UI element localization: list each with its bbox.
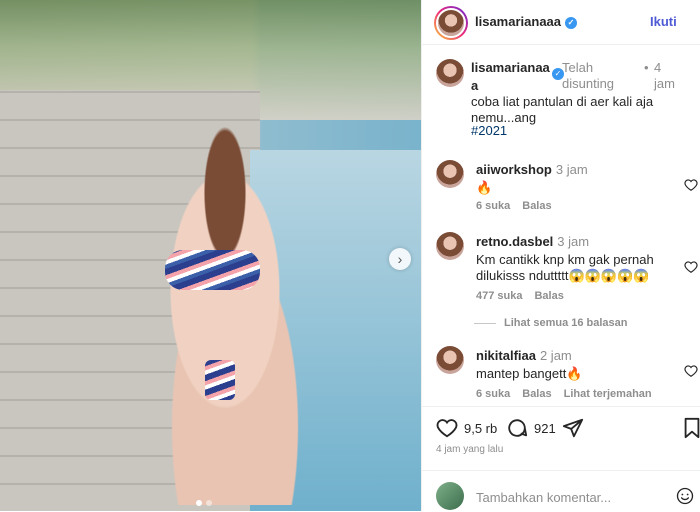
comment-text: Km cantikk knp km gak pernah dilukisss n… [476, 252, 654, 283]
like-comment-heart-icon[interactable] [684, 178, 698, 192]
likes-count[interactable]: 9,5 rb [464, 421, 497, 436]
comment-username[interactable]: retno.dasbel 3 jam [476, 234, 589, 249]
reply-button[interactable]: Balas [522, 200, 551, 212]
hashtag-link[interactable]: #2021 [471, 123, 507, 138]
comment-time: 2 jam [539, 348, 572, 363]
header-username[interactable]: lisamarianaaa ✓ [475, 14, 578, 29]
next-image-button[interactable]: › [389, 248, 411, 270]
translate-button[interactable]: Lihat terjemahan [564, 388, 652, 400]
image-bikini-top [165, 250, 260, 290]
comment-avatar[interactable] [436, 160, 464, 188]
add-comment-bar: Tambahkan komentar... [422, 470, 700, 512]
comments-count: 921 [534, 420, 556, 436]
comment-meta: 477 suka Balas [476, 290, 564, 302]
bookmark-icon [684, 417, 700, 439]
post-actions-bar: 9,5 rb 921 [422, 406, 700, 447]
chevron-right-icon: › [397, 251, 403, 267]
comment-likes[interactable]: 6 suka [476, 200, 510, 212]
like-comment-heart-icon[interactable] [684, 364, 698, 378]
comment-username[interactable]: aiiworkshop 3 jam [476, 162, 588, 177]
share-button[interactable] [562, 417, 584, 439]
reply-button[interactable]: Balas [534, 290, 563, 302]
edited-label: Telah disunting [562, 60, 615, 91]
comment-avatar[interactable] [436, 346, 464, 374]
post-side-panel: lisamarianaaa ✓ Ikuti lisamarianaa a ✓ Tel… [421, 0, 700, 511]
separator-dot: • [644, 60, 649, 75]
like-button[interactable]: 9,5 rb [436, 417, 497, 439]
avatar[interactable] [434, 6, 468, 40]
heart-icon [436, 419, 458, 438]
comment-button[interactable]: 921 [506, 417, 556, 439]
carousel-dots [196, 500, 212, 506]
post-header: lisamarianaaa ✓ Ikuti [422, 0, 700, 45]
caption-time[interactable]: 4 jam [654, 60, 684, 92]
post-age[interactable]: 4 jam yang lalu [436, 444, 503, 455]
follow-button[interactable]: Ikuti [650, 14, 677, 29]
image-person [125, 115, 325, 505]
emoji-icon[interactable] [676, 487, 694, 505]
post-image[interactable]: › [0, 0, 421, 511]
comment-text: mantep bangett🔥 [476, 366, 583, 381]
comment-text: 🔥 [476, 180, 493, 195]
comment-username[interactable]: nikitalfiaa 2 jam [476, 348, 572, 363]
comment-likes[interactable]: 6 suka [476, 388, 510, 400]
comment-input[interactable]: Tambahkan komentar... [476, 490, 611, 505]
comment-likes[interactable]: 477 suka [476, 290, 522, 302]
verified-badge-icon: ✓ [565, 16, 578, 29]
caption-text: coba liat pantulan di aer kali aja nemu.… [471, 94, 654, 125]
save-button[interactable] [682, 417, 700, 439]
like-comment-heart-icon[interactable] [684, 260, 698, 274]
comment-time: 3 jam [557, 234, 590, 249]
username-text[interactable]: lisamarianaaa [475, 14, 561, 29]
send-icon [562, 418, 584, 438]
view-replies-button[interactable]: Lihat semua 16 balasan [474, 317, 628, 329]
caption-username[interactable]: lisamarianaa a [471, 59, 551, 95]
comment-time: 3 jam [555, 162, 588, 177]
comment-meta: 6 suka Balas Lihat terjemahan [476, 388, 652, 400]
current-user-avatar [436, 482, 464, 510]
comment-bubble-icon [508, 419, 528, 437]
image-bikini-bottom [205, 360, 235, 400]
reply-button[interactable]: Balas [522, 388, 551, 400]
caption-avatar[interactable] [436, 59, 464, 87]
comment-meta: 6 suka Balas [476, 200, 552, 212]
comment-avatar[interactable] [436, 232, 464, 260]
